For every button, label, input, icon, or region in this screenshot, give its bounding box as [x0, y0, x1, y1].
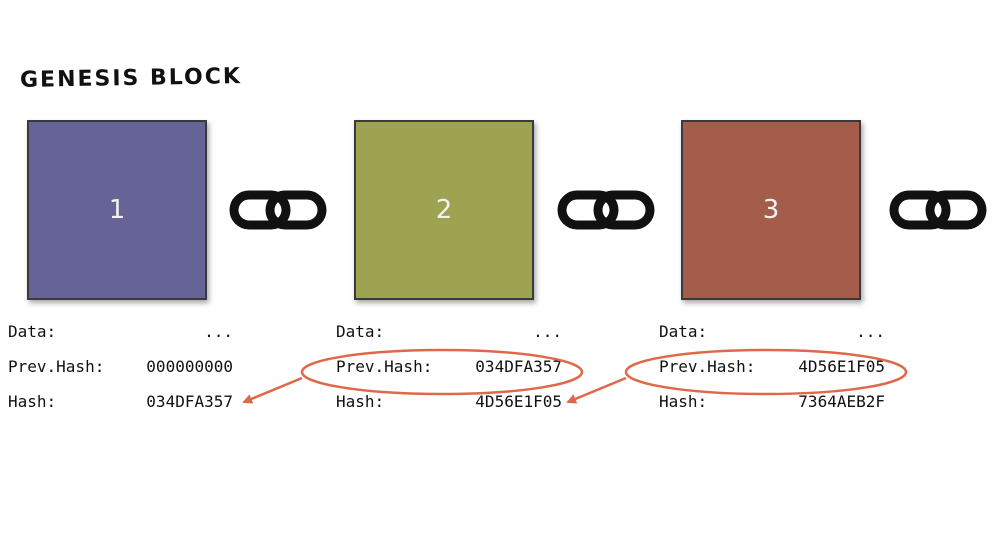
chain-link-icon [557, 190, 655, 230]
data-row: Data: ... [659, 322, 885, 357]
block-1-info: Data: ... Prev.Hash: 000000000 Hash: 034… [8, 322, 233, 427]
chain-link-icon [889, 190, 987, 230]
hash-row: Hash: 4D56E1F05 [336, 392, 562, 427]
block-1: 1 [27, 120, 207, 300]
prev-hash-label: Prev.Hash: [659, 357, 756, 376]
hash-row: Hash: 034DFA357 [8, 392, 233, 427]
data-row: Data: ... [336, 322, 562, 357]
blockchain-diagram: GENESIS BLOCK 1 2 3 Data: ... Prev.Hash:… [0, 0, 993, 558]
prev-hash-value: 4D56E1F05 [798, 357, 885, 376]
prev-hash-label: Prev.Hash: [336, 357, 433, 376]
link-arrow [242, 376, 303, 404]
hash-row: Hash: 7364AEB2F [659, 392, 885, 427]
block-2: 2 [354, 120, 534, 300]
hash-label: Hash: [8, 392, 57, 411]
hash-value: 4D56E1F05 [475, 392, 562, 411]
block-2-info: Data: ... Prev.Hash: 034DFA357 Hash: 4D5… [336, 322, 562, 427]
block-2-number: 2 [435, 195, 453, 225]
block-3-number: 3 [762, 195, 780, 225]
data-value: ... [533, 322, 562, 341]
block-3: 3 [681, 120, 861, 300]
chain-link-icon [229, 190, 327, 230]
hash-label: Hash: [336, 392, 385, 411]
prev-hash-row: Prev.Hash: 034DFA357 [336, 357, 562, 392]
genesis-block-title: GENESIS BLOCK [19, 64, 243, 93]
block-1-number: 1 [108, 195, 126, 225]
data-label: Data: [8, 322, 57, 341]
data-label: Data: [336, 322, 385, 341]
data-row: Data: ... [8, 322, 233, 357]
hash-label: Hash: [659, 392, 708, 411]
prev-hash-row: Prev.Hash: 4D56E1F05 [659, 357, 885, 392]
prev-hash-row: Prev.Hash: 000000000 [8, 357, 233, 392]
prev-hash-value: 000000000 [146, 357, 233, 376]
block-3-info: Data: ... Prev.Hash: 4D56E1F05 Hash: 736… [659, 322, 885, 427]
hash-value: 7364AEB2F [798, 392, 885, 411]
data-value: ... [856, 322, 885, 341]
data-value: ... [204, 322, 233, 341]
hash-value: 034DFA357 [146, 392, 233, 411]
prev-hash-label: Prev.Hash: [8, 357, 105, 376]
data-label: Data: [659, 322, 708, 341]
link-arrow [566, 376, 627, 404]
prev-hash-value: 034DFA357 [475, 357, 562, 376]
